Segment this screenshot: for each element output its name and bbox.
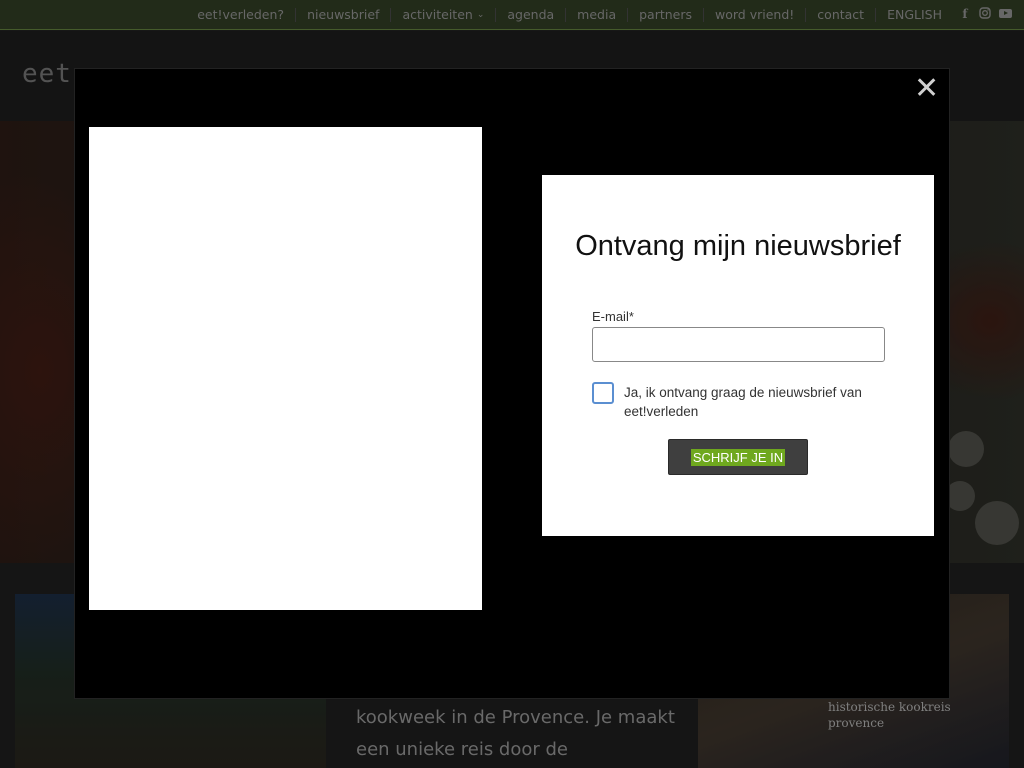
newsletter-modal: ✕ Ontvang mijn nieuwsbrief E-mail* Ja, i… — [75, 69, 949, 698]
subscribe-button[interactable]: SCHRIJF JE IN — [668, 439, 808, 475]
form-title: Ontvang mijn nieuwsbrief — [575, 230, 901, 262]
newsletter-form: Ontvang mijn nieuwsbrief E-mail* Ja, ik … — [542, 175, 934, 536]
modal-image-panel — [89, 127, 482, 610]
checkbox-label: Ja, ik ontvang graag de nieuwsbrief van … — [624, 385, 862, 419]
email-label: E-mail* — [592, 309, 634, 324]
newsletter-consent-checkbox[interactable] — [592, 382, 614, 404]
subscribe-button-label: SCHRIJF JE IN — [690, 448, 786, 466]
close-icon[interactable]: ✕ — [914, 74, 939, 104]
email-field[interactable] — [592, 327, 885, 362]
